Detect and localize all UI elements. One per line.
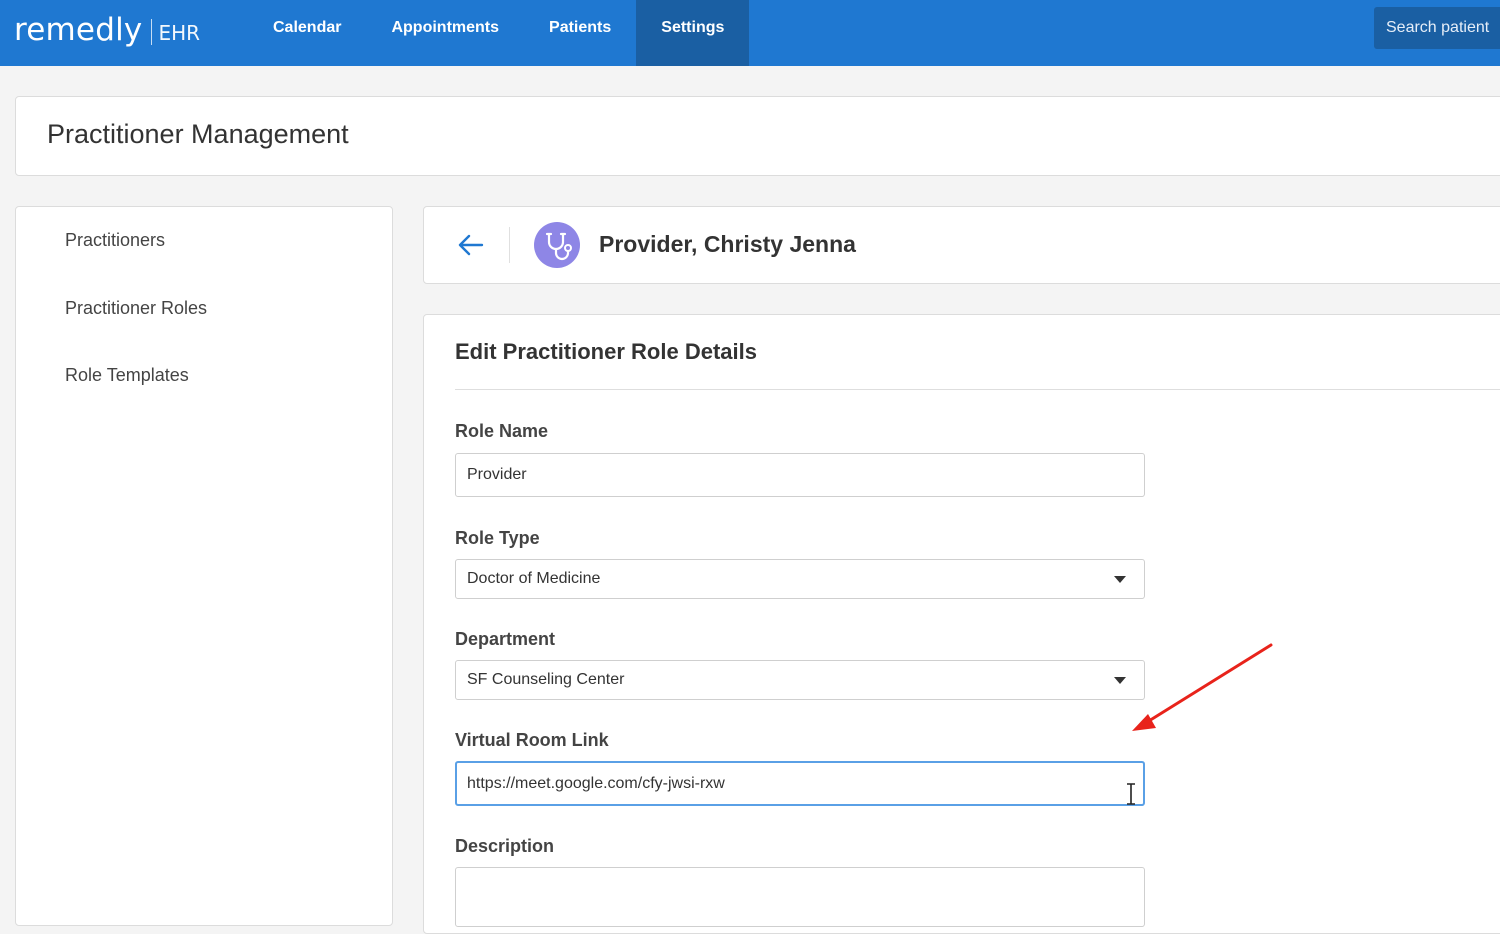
sidebar-item-role-templates[interactable]: Role Templates <box>65 365 189 386</box>
stethoscope-icon <box>545 232 572 261</box>
top-navbar: remedly EHR Calendar Appointments Patien… <box>0 0 1500 66</box>
virtual-room-link-input[interactable]: https://meet.google.com/cfy-jwsi-rxw <box>455 761 1145 806</box>
department-value: SF Counseling Center <box>467 671 625 688</box>
description-label: Description <box>455 836 555 856</box>
role-type-label: Role Type <box>455 528 540 548</box>
brand-logo[interactable]: remedly EHR <box>14 8 200 52</box>
nav-settings-label: Settings <box>661 19 725 36</box>
nav-patients-label: Patients <box>549 19 612 36</box>
nav-patients[interactable]: Patients <box>524 0 636 56</box>
virtual-room-link-label: Virtual Room Link <box>455 730 609 750</box>
main-nav: Calendar Appointments Patients Settings <box>248 0 750 66</box>
role-name-input[interactable]: Provider <box>455 453 1145 497</box>
search-patient-input[interactable]: Search patient <box>1374 7 1500 49</box>
nav-calendar[interactable]: Calendar <box>248 0 366 56</box>
back-button[interactable] <box>456 231 486 259</box>
nav-appointments[interactable]: Appointments <box>366 0 524 56</box>
text-cursor-icon <box>1127 783 1135 805</box>
header-divider <box>509 227 510 263</box>
description-textarea[interactable] <box>455 867 1145 927</box>
department-select[interactable]: SF Counseling Center <box>455 660 1145 700</box>
sidebar: Practitioners Practitioner Roles Role Te… <box>15 206 393 926</box>
nav-settings[interactable]: Settings <box>636 0 750 66</box>
sidebar-item-practitioner-roles[interactable]: Practitioner Roles <box>65 298 207 319</box>
avatar <box>534 222 580 268</box>
practitioner-header: Provider, Christy Jenna <box>423 206 1500 284</box>
annotation-arrow-icon <box>1132 643 1273 731</box>
nav-appointments-label: Appointments <box>391 19 500 36</box>
virtual-room-link-value: https://meet.google.com/cfy-jwsi-rxw <box>467 774 725 792</box>
role-type-select[interactable]: Doctor of Medicine <box>455 559 1145 599</box>
sidebar-item-practitioners[interactable]: Practitioners <box>65 230 165 251</box>
chevron-down-icon <box>1114 576 1126 583</box>
nav-calendar-label: Calendar <box>273 19 342 36</box>
search-placeholder: Search patient <box>1386 19 1490 36</box>
form-divider <box>455 389 1500 390</box>
role-name-label: Role Name <box>455 421 549 441</box>
brand-separator <box>151 19 153 45</box>
page-title: Practitioner Management <box>47 119 349 149</box>
brand-product: EHR <box>158 20 201 45</box>
practitioner-name: Provider, Christy Jenna <box>599 231 856 257</box>
arrow-left-icon <box>458 234 484 256</box>
form-title: Edit Practitioner Role Details <box>455 339 757 364</box>
page-header: Practitioner Management <box>15 96 1500 176</box>
role-type-value: Doctor of Medicine <box>467 570 601 587</box>
edit-role-form: Edit Practitioner Role Details Role Name… <box>423 314 1500 934</box>
brand-name: remedly <box>14 12 143 48</box>
department-label: Department <box>455 629 556 649</box>
role-name-value: Provider <box>467 466 527 483</box>
